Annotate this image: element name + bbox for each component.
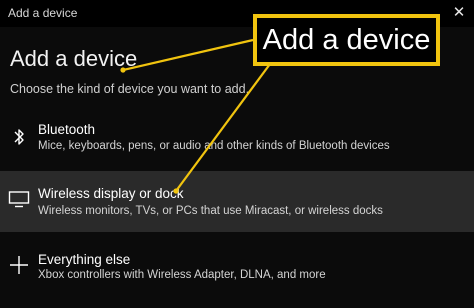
option-title: Wireless display or dock [38,186,184,201]
plus-icon [8,254,30,276]
callout-arrow-heading [122,38,254,72]
window-title: Add a device [8,6,78,20]
option-title: Bluetooth [38,122,96,137]
option-description: Mice, keyboards, pens, or audio and othe… [38,140,390,152]
option-everything-else[interactable]: Everything else Xbox controllers with Wi… [0,246,474,296]
option-description: Xbox controllers with Wireless Adapter, … [38,269,326,281]
monitor-icon [8,188,30,210]
option-bluetooth[interactable]: Bluetooth Mice, keyboards, pens, or audi… [0,118,474,166]
close-icon[interactable]: ✕ [450,4,468,22]
page-subtitle: Choose the kind of device you want to ad… [10,82,250,96]
option-title: Everything else [38,252,131,267]
option-wireless-display[interactable]: Wireless display or dock Wireless monito… [0,171,474,232]
callout-label: Add a device [253,14,440,66]
page-title: Add a device [10,46,138,71]
bluetooth-icon [8,126,30,148]
option-description: Wireless monitors, TVs, or PCs that use … [38,205,383,217]
